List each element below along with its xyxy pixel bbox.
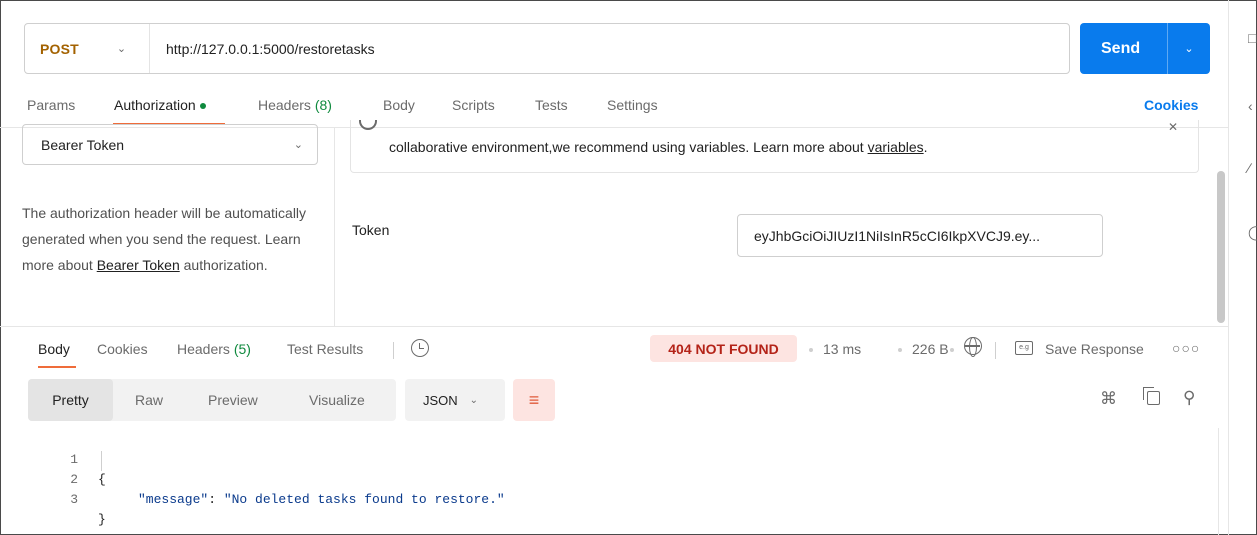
url-input[interactable] <box>150 24 1069 73</box>
auth-type-select[interactable]: Bearer Token ⌄ <box>22 124 318 165</box>
resp-tab-body[interactable]: Body <box>38 341 70 357</box>
tab-scripts[interactable]: Scripts <box>452 97 495 113</box>
status-badge[interactable]: 404 NOT FOUND <box>650 335 797 362</box>
documentation-icon[interactable]: □ <box>1248 30 1256 46</box>
json-separator: : <box>208 492 224 507</box>
code-text: "message": "No deleted tasks found to re… <box>138 490 505 510</box>
tab-authorization-label: Authorization <box>114 97 196 113</box>
headers-count: (8) <box>314 97 332 113</box>
auth-description-suffix: authorization. <box>179 257 268 273</box>
cookies-link[interactable]: Cookies <box>1144 97 1198 113</box>
response-size[interactable]: 226 B <box>912 341 949 357</box>
active-resp-tab-underline <box>38 366 76 368</box>
request-bar: POST ⌄ <box>24 23 1070 74</box>
link-icon[interactable]: ⌘ <box>1100 389 1117 409</box>
json-key: "message" <box>138 492 209 507</box>
format-select[interactable]: JSON ⌄ <box>405 379 505 421</box>
tab-params[interactable]: Params <box>27 97 75 113</box>
json-value: "No deleted tasks found to restore." <box>223 492 505 507</box>
edit-icon[interactable]: ∕ <box>1248 160 1250 176</box>
code-scroll-track[interactable] <box>1218 428 1219 535</box>
save-response-icon: e.g <box>1015 341 1033 355</box>
meta-separator <box>950 348 954 352</box>
auth-panel-divider <box>334 128 335 326</box>
code-text: { <box>98 472 106 487</box>
notice-text: collaborative environment,we recommend u… <box>389 139 928 155</box>
chevron-down-icon: ⌄ <box>469 394 479 406</box>
collapse-icon[interactable]: ‹ <box>1248 98 1253 114</box>
line-number: 3 <box>70 492 78 507</box>
info-icon <box>359 120 377 130</box>
more-options-icon[interactable]: ○○○ <box>1172 340 1200 356</box>
search-icon[interactable]: ⚲ <box>1183 388 1195 408</box>
wrap-lines-button[interactable]: ≡ <box>513 379 555 421</box>
resp-tab-cookies[interactable]: Cookies <box>97 341 148 357</box>
auth-description: The authorization header will be automat… <box>22 200 327 278</box>
format-label: JSON <box>423 392 458 408</box>
bearer-token-link[interactable]: Bearer Token <box>97 257 180 273</box>
response-body-code[interactable]: 1 { 2 "message": "No deleted tasks found… <box>58 430 505 527</box>
code-line: 1 { <box>58 430 106 487</box>
chevron-down-icon: ⌄ <box>293 139 303 151</box>
view-mode-group: Pretty Raw Preview Visualize <box>28 379 396 421</box>
tab-headers[interactable]: Headers (8) <box>258 97 332 113</box>
active-dot-icon <box>199 103 206 110</box>
send-label: Send <box>1101 39 1141 57</box>
meta-separator <box>809 348 813 352</box>
notice-text-end: . <box>923 139 928 155</box>
scrollbar-thumb[interactable] <box>1217 171 1225 323</box>
resp-headers-count: (5) <box>233 341 251 357</box>
auth-type-label: Bearer Token <box>41 136 125 153</box>
code-line: 3 } <box>58 470 106 527</box>
send-button[interactable]: Send ⌄ <box>1080 23 1210 74</box>
resp-tab-test-results[interactable]: Test Results <box>287 341 363 357</box>
token-input[interactable]: eyJhbGciOiJIUzI1NiIsInR5cCI6IkpXVCJ9.ey.… <box>737 214 1103 257</box>
save-response-button[interactable]: Save Response <box>1045 341 1144 357</box>
token-label: Token <box>352 222 390 238</box>
meta-separator <box>898 348 902 352</box>
resp-tabs-divider <box>393 342 394 359</box>
response-time[interactable]: 13 ms <box>823 341 861 357</box>
code-text: } <box>98 512 106 527</box>
variables-link[interactable]: variables <box>868 139 924 155</box>
notice-text-body: collaborative environment,we recommend u… <box>389 139 868 155</box>
view-preview-button[interactable]: Preview <box>208 379 258 421</box>
tab-authorization[interactable]: Authorization <box>114 97 206 113</box>
resp-tab-headers[interactable]: Headers (5) <box>177 341 251 357</box>
meta-divider <box>995 342 996 359</box>
view-pretty-button[interactable]: Pretty <box>28 379 113 421</box>
view-raw-button[interactable]: Raw <box>135 379 163 421</box>
right-rail-divider <box>1228 0 1229 535</box>
globe-icon[interactable] <box>964 336 982 357</box>
method-select[interactable]: POST ⌄ <box>25 24 150 73</box>
history-icon[interactable] <box>411 339 429 357</box>
chevron-down-icon: ⌄ <box>116 43 127 55</box>
variables-notice: collaborative environment,we recommend u… <box>350 120 1199 173</box>
method-label: POST <box>40 40 79 57</box>
tab-settings[interactable]: Settings <box>607 97 658 113</box>
indent-guide <box>101 451 102 471</box>
view-visualize-button[interactable]: Visualize <box>309 379 365 421</box>
code-line: 2 "message": "No deleted tasks found to … <box>58 450 505 507</box>
tab-body[interactable]: Body <box>383 97 415 113</box>
tab-headers-label: Headers <box>258 97 311 113</box>
wrap-lines-icon: ≡ <box>528 389 540 410</box>
chevron-down-icon[interactable]: ⌄ <box>1168 42 1210 55</box>
response-divider[interactable] <box>0 326 1228 327</box>
close-icon[interactable]: ✕ <box>1168 120 1178 134</box>
info-icon[interactable]: ◯ <box>1248 224 1257 241</box>
copy-icon[interactable] <box>1143 387 1160 405</box>
resp-tab-headers-label: Headers <box>177 341 230 357</box>
tab-tests[interactable]: Tests <box>535 97 568 113</box>
